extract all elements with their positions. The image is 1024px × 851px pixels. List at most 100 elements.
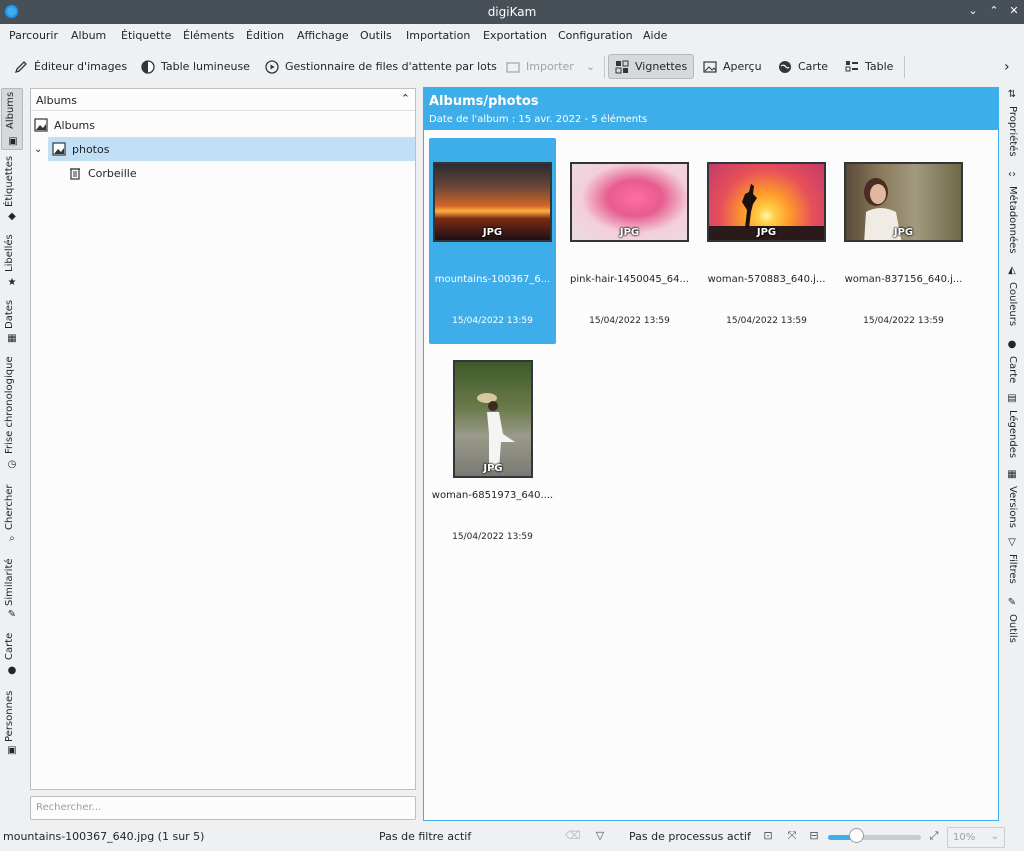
tab-versions[interactable]: ▦ Versions <box>1003 470 1023 530</box>
chevron-down-icon[interactable]: ⌄ <box>965 3 981 19</box>
thumbnail-image: JPG <box>453 360 533 478</box>
album-search-input[interactable]: Rechercher... <box>30 796 416 820</box>
thumbnail-item[interactable]: JPG woman-837156_640.j... 15/04/2022 13:… <box>840 138 967 344</box>
tab-etiquettes[interactable]: Étiquettes ◆ <box>1 152 23 222</box>
tab-similarite[interactable]: Similarité ✎ <box>1 554 23 622</box>
format-badge: JPG <box>893 227 914 238</box>
thumbnail-item[interactable]: JPG woman-6851973_640.... 15/04/2022 13:… <box>429 354 556 560</box>
tab-outils[interactable]: ✎ Outils <box>1003 598 1023 648</box>
tree-item-photos[interactable]: photos <box>48 137 415 161</box>
toolbar-overflow-chevron-right-icon[interactable]: › <box>1004 54 1010 79</box>
thumbnail-filename: pink-hair-1450045_64... <box>570 274 689 285</box>
tab-libelles[interactable]: Libellés ★ <box>1 228 23 290</box>
tab-libelles-label: Libellés <box>4 234 15 272</box>
menu-etiquette[interactable]: Étiquette <box>121 29 171 42</box>
preview-view-button[interactable]: Aperçu <box>703 54 762 79</box>
right-sidebar-tabs: ⇅ Propriétés ‹› Métadonnées ◭ Couleurs ●… <box>1001 86 1024 766</box>
tab-filtres[interactable]: ▽ Filtres <box>1003 538 1023 594</box>
tab-carte-right[interactable]: ● Carte <box>1003 340 1023 390</box>
menu-bar: Parcourir Album Étiquette Éléments Éditi… <box>0 24 1024 48</box>
format-badge: JPG <box>483 463 503 474</box>
tree-item-photos-label: photos <box>72 142 110 156</box>
tab-personnes[interactable]: Personnes ▣ <box>1 684 23 760</box>
tab-etiquettes-label: Étiquettes <box>4 155 15 207</box>
left-sidebar-tabs: Albums ▣ Étiquettes ◆ Libellés ★ Dates ▦… <box>0 86 24 766</box>
thumbnail-item[interactable]: JPG mountains-100367_6... 15/04/2022 13:… <box>429 138 556 344</box>
menu-importation[interactable]: Importation <box>406 29 470 42</box>
tab-albums-label: Albums <box>5 91 16 129</box>
grid-icon <box>615 60 629 74</box>
tree-item-albums[interactable]: Albums <box>34 113 414 137</box>
light-table-button[interactable]: Table lumineuse <box>141 54 250 79</box>
thumbnail-filename: mountains-100367_6... <box>434 274 551 285</box>
albums-panel-header: Albums ⌃ <box>31 89 415 111</box>
thumbnail-image: JPG <box>707 162 826 242</box>
zoom-level-select[interactable]: 10% ⌄ <box>947 827 1005 848</box>
filter-icon[interactable]: ▽ <box>593 829 607 843</box>
album-icon: ▣ <box>8 136 18 147</box>
image-editor-button[interactable]: Éditeur d'images <box>14 54 127 79</box>
tab-metadonnees[interactable]: ‹› Métadonnées <box>1003 170 1023 260</box>
album-icon <box>52 142 66 156</box>
menu-parcourir[interactable]: Parcourir <box>9 29 58 42</box>
code-icon: ‹› <box>1008 169 1016 180</box>
menu-configuration[interactable]: Configuration <box>558 29 633 42</box>
menu-album[interactable]: Album <box>71 29 106 42</box>
tree-item-corbeille[interactable]: Corbeille <box>68 161 408 185</box>
zoom-in-icon[interactable]: ⤢ <box>927 829 941 843</box>
tab-chercher-label: Chercher <box>4 484 15 530</box>
table-view-button[interactable]: Table <box>845 54 893 79</box>
tab-dates[interactable]: Dates ▦ <box>1 294 23 344</box>
tab-frise-chronologique[interactable]: Frise chronologique ◷ <box>1 352 23 474</box>
maximize-button[interactable]: ⌃ <box>986 3 1002 19</box>
table-label: Table <box>865 60 894 73</box>
albums-panel-title: Albums <box>36 94 77 107</box>
trash-icon <box>68 166 82 180</box>
tab-couleurs-label: Couleurs <box>1007 282 1018 327</box>
chevron-up-icon[interactable]: ⌃ <box>401 92 410 105</box>
preview-label: Aperçu <box>723 60 762 73</box>
zoom-original-icon[interactable]: ⤧ <box>785 829 799 843</box>
menu-outils[interactable]: Outils <box>360 29 392 42</box>
import-label: Importer <box>526 60 574 73</box>
thumbnail-item[interactable]: JPG woman-570883_640.j... 15/04/2022 13:… <box>703 138 830 344</box>
tab-chercher[interactable]: Chercher ⌕ <box>1 482 23 546</box>
zoom-fit-icon[interactable]: ⊡ <box>761 829 775 843</box>
chevron-down-icon[interactable]: ⌄ <box>586 60 595 73</box>
chevron-down-icon[interactable]: ⌄ <box>34 137 46 161</box>
tab-legendes[interactable]: ▤ Légendes <box>1003 394 1023 464</box>
title-bar: digiKam ⌄ ⌃ ✕ <box>0 0 1024 24</box>
menu-edition[interactable]: Édition <box>246 29 284 42</box>
thumbnails-view-button[interactable]: Vignettes <box>608 54 695 79</box>
zoom-out-icon[interactable]: ⊟ <box>807 829 821 843</box>
batch-queue-label: Gestionnaire de files d'attente par lots <box>285 60 497 73</box>
tab-couleurs[interactable]: ◭ Couleurs <box>1003 266 1023 336</box>
trash-icon[interactable]: ⌫ <box>565 829 581 843</box>
tab-proprietes[interactable]: ⇅ Propriétés <box>1003 90 1023 166</box>
camera-icon <box>506 60 520 74</box>
menu-aide[interactable]: Aide <box>643 29 667 42</box>
toolbar-separator <box>904 56 905 78</box>
tab-proprietes-label: Propriétés <box>1007 106 1018 157</box>
tab-carte-label: Carte <box>4 632 15 660</box>
zoom-slider[interactable] <box>828 835 921 840</box>
tab-albums[interactable]: Albums ▣ <box>1 88 23 150</box>
thumbnails-view: Albums/photos Date de l'album : 15 avr. … <box>423 87 999 821</box>
map-view-button[interactable]: Carte <box>778 54 828 79</box>
batch-queue-button[interactable]: Gestionnaire de files d'attente par lots <box>265 54 497 79</box>
import-button[interactable]: Importer ⌄ <box>506 54 595 79</box>
close-button[interactable]: ✕ <box>1006 3 1022 19</box>
thumbnail-item[interactable]: JPG pink-hair-1450045_64... 15/04/2022 1… <box>566 138 693 344</box>
zoom-slider-handle[interactable] <box>848 828 864 843</box>
play-circle-icon <box>265 59 279 74</box>
tab-carte[interactable]: Carte ● <box>1 630 23 676</box>
menu-exportation[interactable]: Exportation <box>483 29 547 42</box>
image-editor-label: Éditeur d'images <box>34 60 128 73</box>
thumbnail-date: 15/04/2022 13:59 <box>452 532 533 542</box>
menu-elements[interactable]: Éléments <box>183 29 234 42</box>
tree-item-albums-label: Albums <box>54 118 95 132</box>
selection-status: mountains-100367_640.jpg (1 sur 5) <box>3 830 205 843</box>
menu-affichage[interactable]: Affichage <box>297 29 349 42</box>
tab-filtres-label: Filtres <box>1007 554 1018 584</box>
album-date-subtitle: Date de l'album : 15 avr. 2022 - 5 éléme… <box>429 114 648 125</box>
